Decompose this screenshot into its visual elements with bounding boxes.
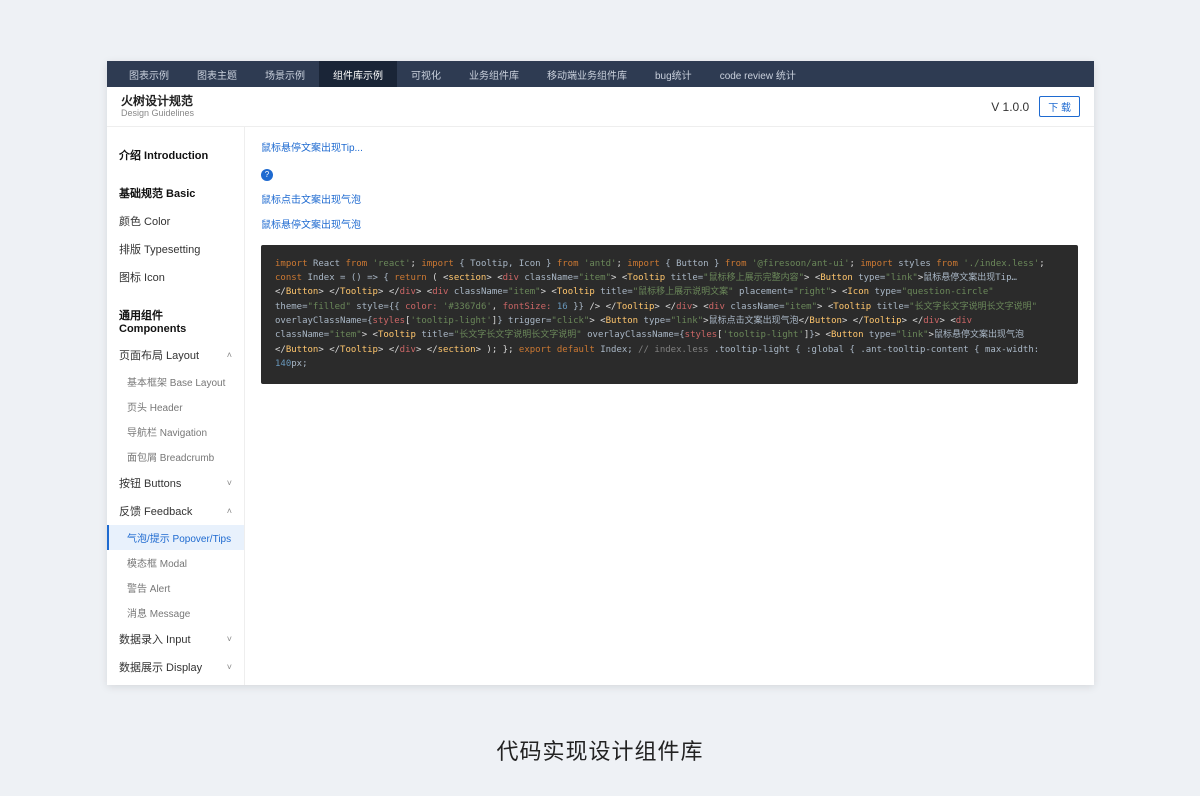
sidebar-group-label: 数据展示 Display: [119, 659, 202, 675]
sidebar-group-head[interactable]: 其它 Others˅: [107, 681, 244, 685]
sidebar-group-head[interactable]: 反馈 Feedback ˄: [107, 497, 244, 525]
sidebar-basic-title: 基础规范 Basic: [107, 179, 244, 207]
sidebar-sub-item[interactable]: 基本框架 Base Layout: [107, 369, 244, 394]
top-nav: 图表示例图表主题场景示例组件库示例可视化业务组件库移动端业务组件库bug统计co…: [107, 61, 1094, 87]
sidebar-group-head[interactable]: 数据录入 Input ˅: [107, 625, 244, 653]
body-row: 介绍 Introduction 基础规范 Basic颜色 Color排版 Type…: [107, 127, 1094, 685]
sidebar-sub-item[interactable]: 消息 Message: [107, 600, 244, 625]
sidebar-group-label: 按钮 Buttons: [119, 475, 181, 491]
sidebar-group-label: 页面布局 Layout: [119, 347, 199, 363]
code-block: import React from 'react'; import { Tool…: [261, 245, 1078, 384]
: [107, 169, 244, 179]
sidebar-group-head[interactable]: 数据展示 Display ˅: [107, 653, 244, 681]
sidebar-group-head[interactable]: 页面布局 Layout ˄: [107, 341, 244, 369]
sidebar-intro[interactable]: 介绍 Introduction: [107, 141, 244, 169]
nav-tab[interactable]: bug统计: [641, 61, 706, 87]
nav-tab[interactable]: 移动端业务组件库: [533, 61, 641, 87]
demo-link-1[interactable]: 鼠标悬停文案出现Tip...: [261, 139, 1078, 154]
nav-tab[interactable]: 可视化: [397, 61, 455, 87]
sidebar-item[interactable]: 颜色 Color: [107, 207, 244, 235]
download-button[interactable]: 下 载: [1039, 96, 1080, 117]
brand-title-cn: 火树设计规范: [121, 94, 194, 108]
brand-title-en: Design Guidelines: [121, 108, 194, 119]
sidebar-sub-item[interactable]: 页头 Header: [107, 394, 244, 419]
sidebar-sub-item[interactable]: 导航栏 Navigation: [107, 419, 244, 444]
sidebar-group-label: 数据录入 Input: [119, 631, 191, 647]
sidebar-sub-item[interactable]: 气泡/提示 Popover/Tips: [107, 525, 244, 550]
brand: 火树设计规范 Design Guidelines: [121, 94, 194, 119]
nav-tab[interactable]: 场景示例: [251, 61, 319, 87]
nav-tab[interactable]: 组件库示例: [319, 61, 397, 87]
main-content[interactable]: 鼠标悬停文案出现Tip... ? 鼠标点击文案出现气泡 鼠标悬停文案出现气泡 i…: [245, 127, 1094, 685]
chevron-up-icon: ˄: [227, 506, 232, 516]
sidebar-sub-item[interactable]: 警告 Alert: [107, 575, 244, 600]
version-text: V 1.0.0: [991, 100, 1029, 114]
nav-tab[interactable]: 业务组件库: [455, 61, 533, 87]
nav-tab[interactable]: code review 统计: [706, 61, 810, 87]
: [107, 291, 244, 301]
version-block: V 1.0.0 下 载: [991, 96, 1080, 117]
sidebar-components-title: 通用组件 Components: [107, 301, 244, 341]
chevron-down-icon: ˅: [227, 662, 232, 672]
sub-header: 火树设计规范 Design Guidelines V 1.0.0 下 载: [107, 87, 1094, 127]
sidebar[interactable]: 介绍 Introduction 基础规范 Basic颜色 Color排版 Type…: [107, 127, 245, 685]
sidebar-sub-item[interactable]: 面包屑 Breadcrumb: [107, 444, 244, 469]
nav-tab[interactable]: 图表主题: [183, 61, 251, 87]
chevron-up-icon: ˄: [227, 350, 232, 360]
sidebar-sub-item[interactable]: 模态框 Modal: [107, 550, 244, 575]
app-window: 图表示例图表主题场景示例组件库示例可视化业务组件库移动端业务组件库bug统计co…: [107, 61, 1094, 685]
sidebar-group-label: 反馈 Feedback: [119, 503, 192, 519]
nav-tab[interactable]: 图表示例: [115, 61, 183, 87]
question-circle-icon[interactable]: ?: [261, 169, 273, 181]
demo-link-3[interactable]: 鼠标悬停文案出现气泡: [261, 216, 1078, 231]
sidebar-item[interactable]: 图标 Icon: [107, 263, 244, 291]
chevron-down-icon: ˅: [227, 634, 232, 644]
sidebar-item[interactable]: 排版 Typesetting: [107, 235, 244, 263]
page-caption: 代码实现设计组件库: [0, 734, 1200, 766]
sidebar-group-head[interactable]: 按钮 Buttons ˅: [107, 469, 244, 497]
demo-link-2[interactable]: 鼠标点击文案出现气泡: [261, 191, 1078, 206]
chevron-down-icon: ˅: [227, 478, 232, 488]
